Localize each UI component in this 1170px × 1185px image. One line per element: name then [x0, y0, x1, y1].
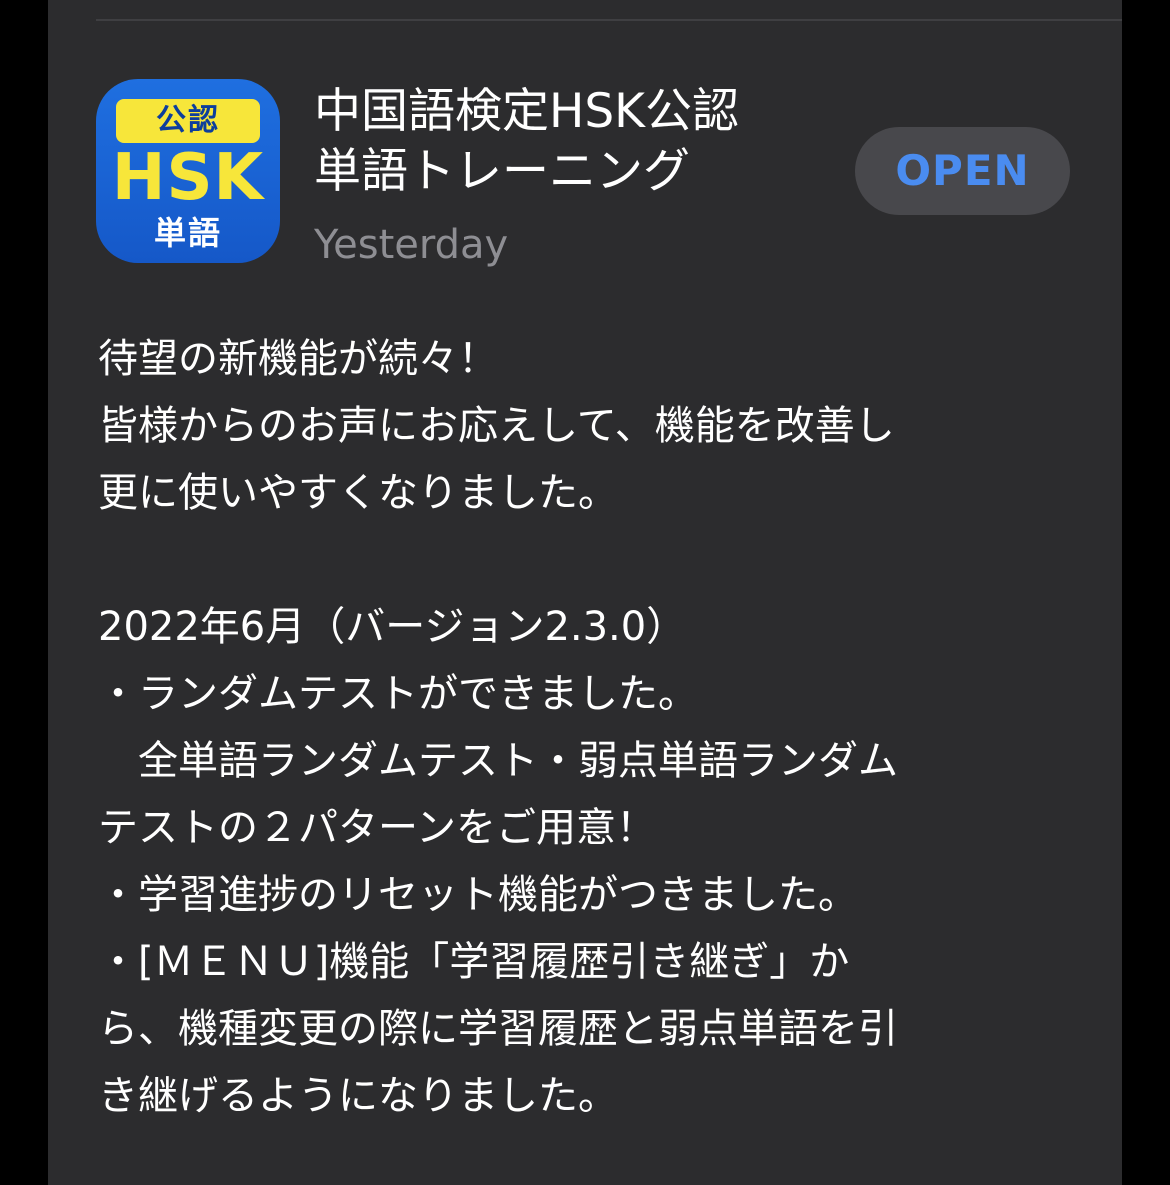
release-notes-line: 全単語ランダムテスト・弱点単語ランダム [98, 738, 898, 784]
release-notes-line [98, 527, 1058, 594]
app-icon-badge: 公認 [116, 99, 260, 143]
divider [96, 19, 1122, 21]
app-icon-main-text: HSK [111, 141, 265, 215]
app-title[interactable]: 中国語検定HSK公認 単語トレーニング [314, 82, 834, 202]
release-notes-line: テストの２パターンをご用意！ [98, 805, 656, 851]
release-notes-line: ・[ＭＥＮＵ]機能「学習履歴引き継ぎ」か [98, 939, 850, 985]
release-notes-line: 待望の新機能が続々！ [98, 336, 498, 382]
release-notes-line: 更に使いやすくなりました。 [98, 470, 618, 516]
app-title-line: 単語トレーニング [314, 144, 690, 199]
page: 公認 HSK 単語 中国語検定HSK公認 単語トレーニング Yesterday … [0, 0, 1170, 1185]
release-notes-line: 皆様からのお声にお応えして、機能を改善し [98, 403, 895, 449]
release-notes-line: き継げるようになりました。 [98, 1073, 618, 1119]
app-icon-sub-text: 単語 [153, 214, 222, 252]
release-notes-line: ・学習進捗のリセット機能がつきました。 [98, 872, 858, 918]
app-icon[interactable]: 公認 HSK 単語 [96, 79, 280, 263]
release-notes: 待望の新機能が続々！ 皆様からのお声にお応えして、機能を改善し 更に使いやすくな… [98, 326, 1058, 1130]
update-date: Yesterday [314, 222, 509, 268]
release-notes-line: ら、機種変更の際に学習履歴と弱点単語を引 [98, 1006, 898, 1052]
release-notes-line: 2022年6月（バージョン2.3.0） [98, 604, 687, 650]
open-button[interactable]: OPEN [855, 127, 1070, 215]
release-notes-line: ・ランダムテストができました。 [98, 671, 698, 717]
app-title-line: 中国語検定HSK公認 [314, 84, 739, 139]
app-update-card: 公認 HSK 単語 中国語検定HSK公認 単語トレーニング Yesterday … [48, 0, 1122, 1185]
